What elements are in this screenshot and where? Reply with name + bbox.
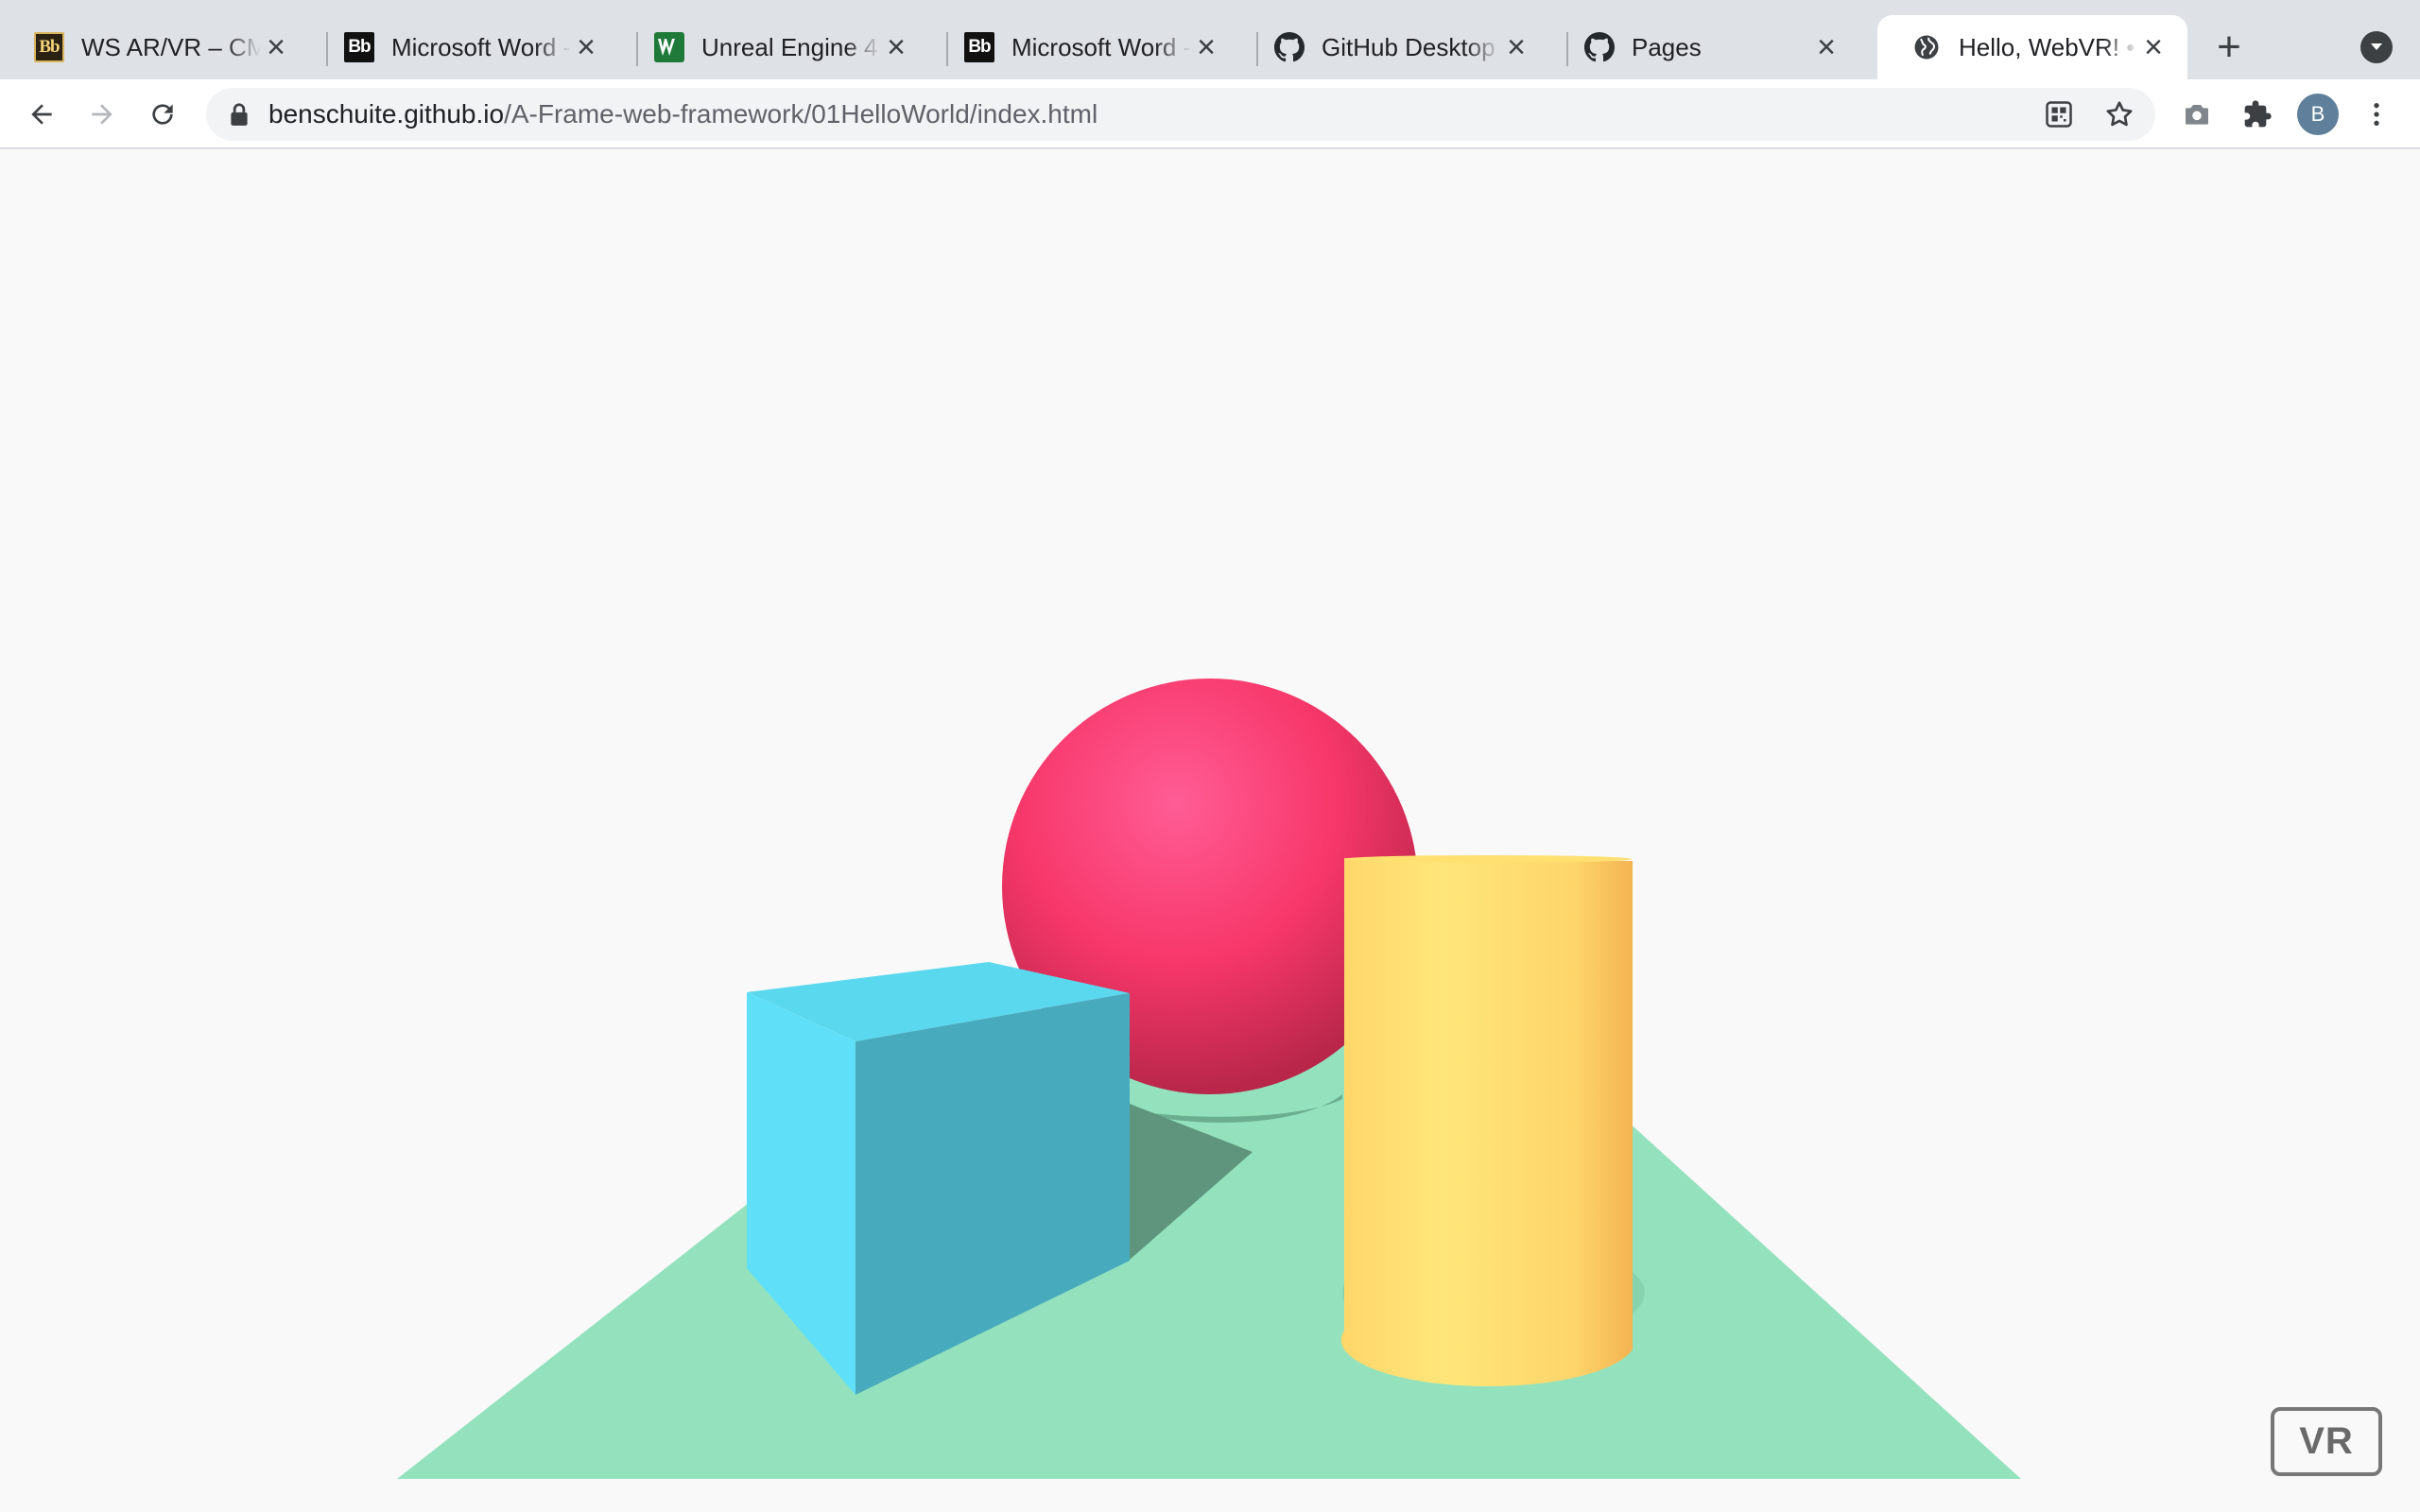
lock-icon <box>231 103 248 126</box>
tab-title: Microsoft Word - <box>391 32 571 61</box>
arrow-right-icon <box>92 104 112 125</box>
close-icon[interactable]: × <box>571 31 601 63</box>
blackboard-gold-icon: Bb <box>34 32 64 62</box>
close-icon[interactable]: × <box>881 31 911 63</box>
extensions-button[interactable] <box>2235 92 2280 137</box>
url-text[interactable]: benschuite.github.io/A-Frame-web-framewo… <box>268 99 1098 129</box>
tab-title: Hello, WebVR! • A <box>1959 32 2138 61</box>
tab-github-desktop[interactable]: GitHub Desktop | × <box>1240 15 1550 79</box>
url-host: benschuite.github.io <box>268 99 505 129</box>
tab-microsoft-word-2[interactable]: Bb Microsoft Word - × <box>930 15 1240 79</box>
tab-strip: Bb WS AR/VR – CMD × Bb Microsoft Word - … <box>0 0 2420 79</box>
enter-vr-button[interactable]: VR <box>2271 1407 2382 1476</box>
tab-search-button[interactable] <box>2360 31 2393 63</box>
screenshot-button[interactable] <box>2174 92 2220 137</box>
tab-title: WS AR/VR – CMD <box>81 32 261 61</box>
new-tab-button[interactable]: + <box>2208 26 2250 68</box>
tab-ws-arvr[interactable]: Bb WS AR/VR – CMD × <box>0 15 310 79</box>
cylinder-body <box>1340 858 1633 1387</box>
tab-unreal-engine[interactable]: Unreal Engine 4 T × <box>620 15 930 79</box>
forward-button[interactable] <box>79 92 125 137</box>
back-button[interactable] <box>19 92 64 137</box>
ground-plane <box>397 1034 2021 1479</box>
profile-avatar[interactable]: B <box>2297 94 2339 135</box>
qr-code-button[interactable] <box>2040 95 2078 133</box>
qr-code-icon <box>2046 101 2072 128</box>
aframe-scene[interactable] <box>0 149 2420 1512</box>
github-icon <box>1274 32 1305 62</box>
browser-toolbar: benschuite.github.io/A-Frame-web-framewo… <box>0 79 2420 149</box>
tab-hello-webvr[interactable]: Hello, WebVR! • A × <box>1877 15 2187 79</box>
github-icon <box>1584 32 1615 62</box>
tab-title: Pages <box>1632 32 1702 61</box>
unreal-w-icon <box>654 32 684 62</box>
chevron-down-icon <box>2371 43 2382 50</box>
close-icon[interactable]: × <box>1191 31 1221 63</box>
tab-pages[interactable]: Pages × <box>1550 15 1860 79</box>
tab-microsoft-word-1[interactable]: Bb Microsoft Word - × <box>310 15 620 79</box>
globe-icon <box>1911 32 1942 62</box>
cylinder-top <box>1344 855 1632 863</box>
more-vert-icon <box>2374 103 2379 126</box>
reload-icon <box>152 104 173 125</box>
menu-button[interactable] <box>2354 92 2399 137</box>
camera-icon <box>2186 105 2208 125</box>
puzzle-icon <box>2244 100 2272 128</box>
close-icon[interactable]: × <box>261 31 291 63</box>
tab-title: GitHub Desktop | <box>1322 32 1501 61</box>
blackboard-icon: Bb <box>344 32 374 62</box>
url-path: /A-Frame-web-framework/01HelloWorld/inde… <box>504 99 1098 129</box>
close-icon[interactable]: × <box>1501 31 1531 63</box>
star-icon <box>2106 101 2133 127</box>
tab-title: Unreal Engine 4 T <box>701 32 881 61</box>
tab-title: Microsoft Word - <box>1011 32 1191 61</box>
address-bar[interactable]: benschuite.github.io/A-Frame-web-framewo… <box>206 88 2155 141</box>
reload-button[interactable] <box>140 92 185 137</box>
close-icon[interactable]: × <box>1811 31 1841 63</box>
webvr-viewport[interactable]: VR <box>0 149 2420 1512</box>
blackboard-icon: Bb <box>964 32 994 62</box>
bookmark-star-button[interactable] <box>2100 95 2138 133</box>
close-icon[interactable]: × <box>2138 31 2169 63</box>
arrow-left-icon <box>31 104 52 125</box>
